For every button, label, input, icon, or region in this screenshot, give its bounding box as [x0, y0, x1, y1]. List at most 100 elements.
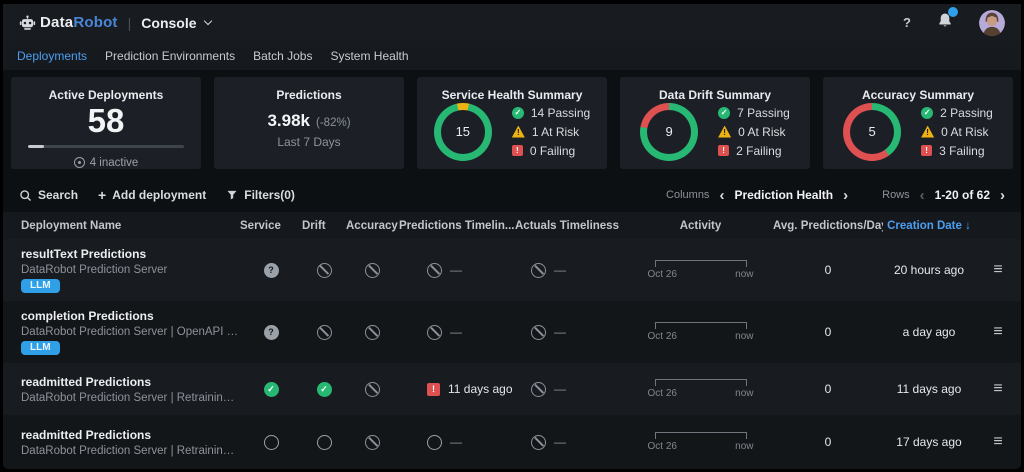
- accuracy-donut-chart: 5: [843, 103, 901, 161]
- drift-status-icon: ✓: [317, 382, 332, 397]
- tab-system-health[interactable]: System Health: [330, 49, 408, 63]
- active-deployments-value: 58: [88, 103, 125, 139]
- failing-alert-icon: [921, 145, 932, 156]
- deployment-subtitle: DataRobot Prediction Server | Retraining…: [21, 445, 240, 457]
- card-title: Service Health Summary: [442, 88, 583, 102]
- llm-badge: LLM: [21, 279, 60, 293]
- service-status-icon: ?: [264, 325, 279, 340]
- actuals-timeliness-text: —: [554, 325, 566, 339]
- deployment-name[interactable]: readmitted Predictions: [21, 428, 240, 442]
- tab-batch-jobs[interactable]: Batch Jobs: [253, 49, 312, 63]
- legend-failing: 2 Failing: [736, 144, 781, 158]
- actuals-timeliness-text: —: [554, 382, 566, 396]
- deployment-name[interactable]: completion Predictions: [21, 309, 240, 323]
- deployment-subtitle: DataRobot Prediction Server | Retraining…: [21, 392, 240, 404]
- row-actions-menu-icon[interactable]: ≡: [975, 261, 1021, 279]
- col-service[interactable]: Service: [240, 220, 302, 232]
- predictions-timeliness-icon: [427, 325, 442, 340]
- columns-preset-value: Prediction Health: [734, 188, 833, 202]
- predictions-timeliness-icon: [427, 435, 442, 450]
- table-header: Deployment Name Service Drift Accuracy P…: [3, 212, 1021, 239]
- table-row[interactable]: readmitted Predictions DataRobot Predict…: [3, 415, 1021, 469]
- table-row[interactable]: completion Predictions DataRobot Predict…: [3, 301, 1021, 363]
- brand-robot-text: Robot: [73, 14, 117, 31]
- drift-status-icon: [317, 435, 332, 450]
- predictions-timeliness-icon: !: [427, 383, 440, 396]
- actuals-timeliness-icon: [531, 325, 546, 340]
- creation-date-value: 20 hours ago: [883, 263, 975, 277]
- active-deployments-card: Active Deployments 58 4 inactive: [11, 77, 201, 169]
- failing-alert-icon: [718, 145, 729, 156]
- columns-next-button[interactable]: ›: [843, 188, 848, 203]
- avg-predictions-day-value: 0: [773, 325, 883, 339]
- filters-button[interactable]: Filters(0): [226, 188, 295, 202]
- at-risk-warning-icon: [718, 126, 731, 138]
- rows-next-button[interactable]: ›: [1000, 188, 1005, 203]
- accuracy-status-icon: [365, 325, 380, 340]
- legend-failing: 3 Failing: [939, 144, 984, 158]
- llm-badge: LLM: [21, 341, 60, 355]
- col-actuals-timeliness[interactable]: Actuals Timeliness: [515, 220, 628, 232]
- service-health-summary-card: Service Health Summary 15 14 Passing 1 A…: [417, 77, 607, 169]
- columns-label: Columns: [666, 189, 709, 201]
- help-button[interactable]: ?: [903, 15, 911, 30]
- activity-sparkline: Oct 26now: [628, 322, 773, 342]
- passing-check-icon: [921, 107, 933, 119]
- user-avatar[interactable]: [979, 10, 1005, 36]
- tab-deployments[interactable]: Deployments: [17, 49, 87, 63]
- data-drift-donut-chart: 9: [640, 103, 698, 161]
- deployments-table-body: resultText Predictions DataRobot Predict…: [3, 239, 1021, 469]
- card-title: Data Drift Summary: [659, 88, 771, 102]
- col-creation-date-sorted[interactable]: Creation Date ↓: [883, 220, 975, 232]
- columns-prev-button[interactable]: ‹: [719, 188, 724, 203]
- creation-date-value: 11 days ago: [883, 382, 975, 396]
- row-actions-menu-icon[interactable]: ≡: [975, 380, 1021, 398]
- summary-cards: Active Deployments 58 4 inactive Predict…: [3, 70, 1021, 178]
- activity-range-bracket: [655, 322, 747, 329]
- actuals-timeliness-icon: [531, 435, 546, 450]
- legend-at-risk: 0 At Risk: [738, 125, 785, 139]
- datarobot-logo[interactable]: DataRobot: [19, 14, 118, 32]
- deployment-name[interactable]: readmitted Predictions: [21, 375, 240, 389]
- notification-badge: [948, 7, 958, 17]
- passing-check-icon: [718, 107, 730, 119]
- notifications-button[interactable]: [937, 12, 953, 33]
- inactive-note: 4 inactive: [90, 157, 139, 169]
- at-risk-warning-icon: [512, 126, 525, 138]
- col-deployment-name[interactable]: Deployment Name: [3, 220, 240, 232]
- brand-separator: |: [128, 15, 132, 31]
- deployment-name[interactable]: resultText Predictions: [21, 247, 240, 261]
- rows-prev-button[interactable]: ‹: [920, 188, 925, 203]
- col-avg-predictions-day[interactable]: Avg. Predictions/Day: [773, 220, 883, 232]
- data-drift-summary-card: Data Drift Summary 9 7 Passing 0 At Risk…: [620, 77, 810, 169]
- creation-date-value: 17 days ago: [883, 435, 975, 449]
- drift-status-icon: [317, 263, 332, 278]
- predictions-card: Predictions 3.98k (-82%) Last 7 Days: [214, 77, 404, 169]
- col-drift[interactable]: Drift: [302, 220, 346, 232]
- rows-label: Rows: [882, 189, 910, 201]
- col-accuracy[interactable]: Accuracy: [346, 220, 399, 232]
- table-row[interactable]: resultText Predictions DataRobot Predict…: [3, 239, 1021, 301]
- search-button[interactable]: Search: [19, 188, 78, 202]
- accuracy-summary-card: Accuracy Summary 5 2 Passing 0 At Risk 3…: [823, 77, 1013, 169]
- tab-prediction-environments[interactable]: Prediction Environments: [105, 49, 235, 63]
- deployment-subtitle: DataRobot Prediction Server: [21, 264, 240, 276]
- col-activity[interactable]: Activity: [628, 220, 773, 232]
- avg-predictions-day-value: 0: [773, 382, 883, 396]
- add-deployment-button[interactable]: + Add deployment: [98, 187, 206, 203]
- row-actions-menu-icon[interactable]: ≡: [975, 433, 1021, 451]
- app-window: DataRobot | Console ?: [0, 0, 1024, 472]
- table-row[interactable]: readmitted Predictions DataRobot Predict…: [3, 363, 1021, 415]
- accuracy-status-icon: [365, 382, 380, 397]
- legend-passing: 14 Passing: [531, 106, 590, 120]
- card-title: Active Deployments: [49, 88, 164, 102]
- row-actions-menu-icon[interactable]: ≡: [975, 323, 1021, 341]
- service-status-icon: ✓: [264, 382, 279, 397]
- col-predictions-timeliness[interactable]: Predictions Timelin...: [399, 220, 515, 232]
- console-app-switcher[interactable]: Console: [141, 15, 210, 31]
- rows-range-value: 1-20 of 62: [935, 188, 990, 202]
- deployment-subtitle: DataRobot Prediction Server | OpenAPI LL…: [21, 326, 240, 338]
- service-health-donut-chart: 15: [434, 103, 492, 161]
- sort-descending-arrow-icon: ↓: [965, 220, 971, 232]
- activity-sparkline: Oct 26now: [628, 260, 773, 280]
